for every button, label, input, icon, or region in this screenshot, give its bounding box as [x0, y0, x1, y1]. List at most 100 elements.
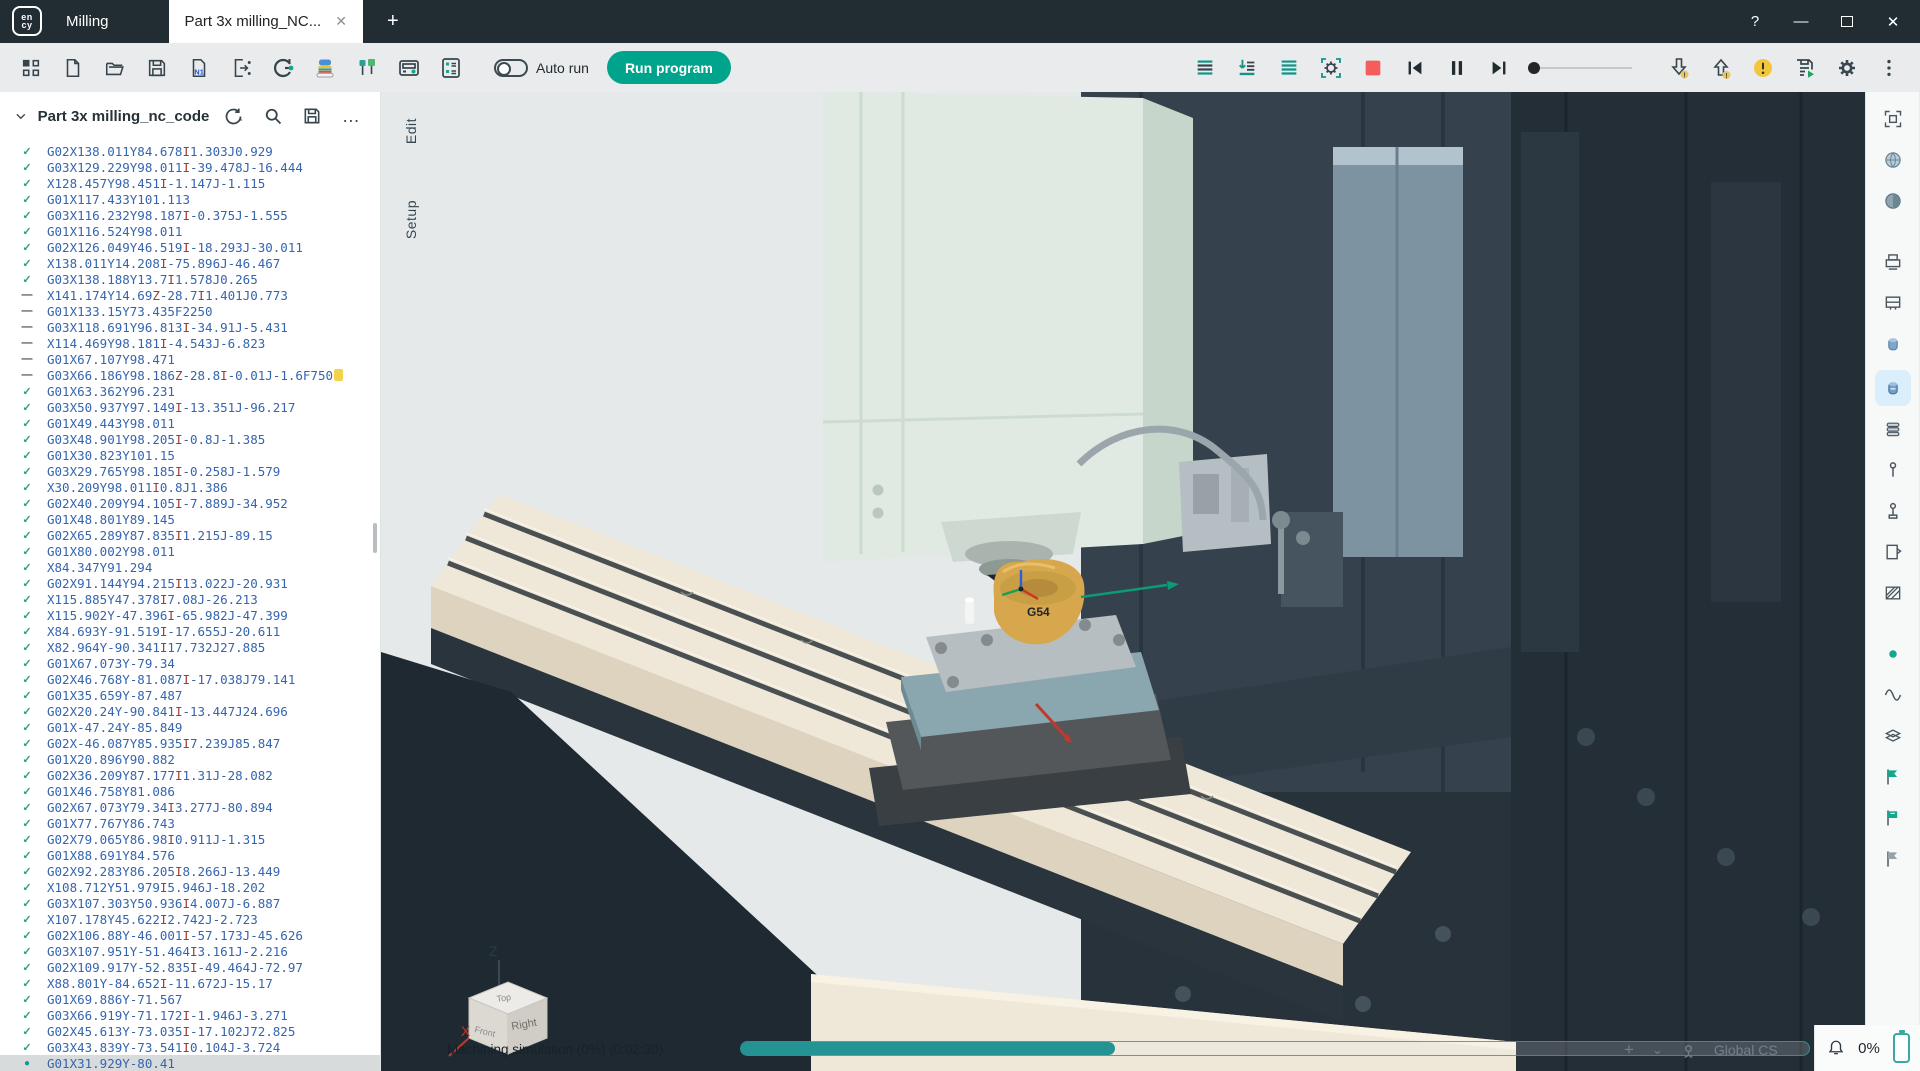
code-line[interactable]: ✓G02X36.209Y87.177I1.31J-28.082	[0, 767, 380, 783]
step-into-line-icon[interactable]	[1229, 50, 1265, 86]
block-lines-icon[interactable]	[1187, 50, 1223, 86]
open-folder-icon[interactable]	[97, 50, 133, 86]
global-cs-label[interactable]: Global CS	[1714, 1042, 1778, 1058]
flag-teal2-icon[interactable]	[1875, 803, 1911, 833]
code-line[interactable]: ✓G03X107.951Y-51.464I3.161J-2.216	[0, 943, 380, 959]
gcode-probe-icon[interactable]	[265, 50, 301, 86]
code-line[interactable]: —X141.174Y14.69Z-28.7I1.401J0.773	[0, 287, 380, 303]
fixture-stack-icon[interactable]	[1875, 414, 1911, 444]
save-export-icon[interactable]	[1787, 50, 1823, 86]
stock-material-icon[interactable]	[307, 50, 343, 86]
step-back-icon[interactable]	[1397, 50, 1433, 86]
code-line[interactable]: ✓G03X107.303Y50.936I4.007J-6.887	[0, 895, 380, 911]
search-icon[interactable]	[259, 101, 288, 131]
upload-warning-icon[interactable]: !	[1703, 50, 1739, 86]
code-line[interactable]: ✓G02X67.073Y79.34I3.277J-80.894	[0, 799, 380, 815]
sheet-icon[interactable]	[1875, 537, 1911, 567]
maximize-button[interactable]	[1828, 7, 1866, 37]
toolpath-wave-icon[interactable]	[1875, 680, 1911, 710]
code-line[interactable]: ✓X115.885Y47.378I7.08J-26.213	[0, 591, 380, 607]
stock-result-icon[interactable]	[1875, 370, 1911, 406]
code-line[interactable]: ✓G01X67.073Y-79.34	[0, 655, 380, 671]
tab-edit[interactable]: Edit	[403, 118, 419, 144]
code-line[interactable]: ✓G01X77.767Y86.743	[0, 815, 380, 831]
run-program-button[interactable]: Run program	[607, 51, 731, 84]
flag-gray-icon[interactable]	[1875, 844, 1911, 874]
probe-alt-icon[interactable]	[1875, 496, 1911, 526]
code-line[interactable]: ✓G02X45.613Y-73.035I-17.102J72.825	[0, 1023, 380, 1039]
code-line[interactable]: ✓X115.902Y-47.396I-65.982J-47.399	[0, 607, 380, 623]
flag-teal-icon[interactable]	[1875, 762, 1911, 792]
code-line[interactable]: ✓X88.801Y-84.652I-11.672J-15.17	[0, 975, 380, 991]
help-button[interactable]: ?	[1736, 7, 1774, 37]
probe-icon[interactable]	[1875, 455, 1911, 485]
control-box-icon[interactable]	[391, 50, 427, 86]
cs-plus-icon[interactable]: +	[1624, 1040, 1634, 1060]
code-line[interactable]: ✓G02X92.283Y86.205I8.266J-13.449	[0, 863, 380, 879]
code-line[interactable]: ✓G01X63.362Y96.231	[0, 383, 380, 399]
all-lines-icon[interactable]	[1271, 50, 1307, 86]
tab-setup[interactable]: Setup	[403, 200, 419, 239]
code-line[interactable]: ✓X138.011Y14.208I-75.896J-46.467	[0, 255, 380, 271]
pause-icon[interactable]	[1439, 50, 1475, 86]
code-line[interactable]: ✓X82.964Y-90.341I17.732J27.885	[0, 639, 380, 655]
nc-file-n1-icon[interactable]: N1	[181, 50, 217, 86]
code-line[interactable]: ✓G02X40.209Y94.105I-7.889J-34.952	[0, 495, 380, 511]
tab-milling[interactable]: Milling	[52, 0, 169, 43]
code-line[interactable]: ✓X84.347Y91.294	[0, 559, 380, 575]
code-line[interactable]: ✓G01X20.896Y90.882	[0, 751, 380, 767]
speed-slider-knob[interactable]	[1528, 62, 1540, 74]
code-line[interactable]: ✓X128.457Y98.451I-1.147J-1.115	[0, 175, 380, 191]
save-icon[interactable]	[298, 101, 327, 131]
save-icon[interactable]	[139, 50, 175, 86]
code-line[interactable]: ●G01X31.929Y-80.41	[0, 1055, 380, 1071]
code-line[interactable]: ✓G01X48.801Y89.145	[0, 511, 380, 527]
code-line[interactable]: ✓X30.209Y98.011I0.8J1.386	[0, 479, 380, 495]
code-line[interactable]: ✓G01X69.886Y-71.567	[0, 991, 380, 1007]
code-line[interactable]: ✓G01X116.524Y98.011	[0, 223, 380, 239]
minimize-button[interactable]: —	[1782, 7, 1820, 37]
code-line[interactable]: ✓G03X129.229Y98.011I-39.478J-16.444	[0, 159, 380, 175]
code-line[interactable]: ✓G03X66.919Y-71.172I-1.946J-3.271	[0, 1007, 380, 1023]
code-line[interactable]: —G01X67.107Y98.471	[0, 351, 380, 367]
shaded-sphere-icon[interactable]	[1875, 145, 1911, 175]
code-line[interactable]: —G03X118.691Y96.813I-34.91J-5.431	[0, 319, 380, 335]
code-line[interactable]: ✓G02X-46.087Y85.935I7.239J85.847	[0, 735, 380, 751]
tab-document[interactable]: Part 3x milling_NC... ✕	[169, 0, 363, 43]
code-line[interactable]: ✓G03X50.937Y97.149I-13.351J-96.217	[0, 399, 380, 415]
code-line[interactable]: ✓G02X79.065Y86.98I0.911J-1.315	[0, 831, 380, 847]
code-line[interactable]: ✓G03X116.232Y98.187I-0.375J-1.555	[0, 207, 380, 223]
warning-icon[interactable]	[1745, 50, 1781, 86]
auto-run-control[interactable]: Auto run	[494, 59, 589, 77]
download-warning-icon[interactable]: !	[1661, 50, 1697, 86]
machine-alt-icon[interactable]	[1875, 288, 1911, 318]
cs-chevron-icon[interactable]: ⌄	[1652, 1042, 1663, 1058]
more-icon[interactable]: …	[337, 101, 366, 131]
code-line[interactable]: —G03X66.186Y98.186Z-28.8I-0.01J-1.6F750	[0, 367, 380, 383]
code-line[interactable]: ✓G01X46.758Y81.086	[0, 783, 380, 799]
code-line[interactable]: ✓G03X29.765Y98.185I-0.258J-1.579	[0, 463, 380, 479]
stock-cylinder-icon[interactable]	[1875, 329, 1911, 359]
step-forward-icon[interactable]	[1481, 50, 1517, 86]
code-line[interactable]: ✓G02X109.917Y-52.835I-49.464J-72.97	[0, 959, 380, 975]
code-line[interactable]: ✓G01X117.433Y101.113	[0, 191, 380, 207]
refresh-icon[interactable]	[219, 101, 248, 131]
code-line[interactable]: ✓G02X126.049Y46.519I-18.293J-30.011	[0, 239, 380, 255]
table-icon[interactable]	[433, 50, 469, 86]
material-sphere-icon[interactable]	[1875, 186, 1911, 216]
code-line[interactable]: ✓G01X88.691Y84.576	[0, 847, 380, 863]
code-line[interactable]: ✓G01X30.823Y101.15	[0, 447, 380, 463]
code-line[interactable]: ✓G02X138.011Y84.678I1.303J0.929	[0, 143, 380, 159]
code-line[interactable]: ✓G02X106.88Y-46.001I-57.173J-45.626	[0, 927, 380, 943]
viewport-3d[interactable]: Z Top Front Right X Edit Setup G54 Machi…	[381, 92, 1865, 1071]
tools-icon[interactable]	[349, 50, 385, 86]
new-tab-button[interactable]: +	[363, 0, 423, 43]
close-window-button[interactable]: ✕	[1874, 7, 1912, 37]
stop-icon[interactable]	[1355, 50, 1391, 86]
code-line[interactable]: ✓G02X46.768Y-81.087I-17.038J79.141	[0, 671, 380, 687]
collapse-chevron-icon[interactable]	[14, 109, 28, 123]
code-line[interactable]: ✓G01X49.443Y98.011	[0, 415, 380, 431]
code-line[interactable]: ✓X108.712Y51.979I5.946J-18.202	[0, 879, 380, 895]
machine-icon[interactable]	[1875, 247, 1911, 277]
speed-slider-track[interactable]	[1540, 67, 1632, 69]
